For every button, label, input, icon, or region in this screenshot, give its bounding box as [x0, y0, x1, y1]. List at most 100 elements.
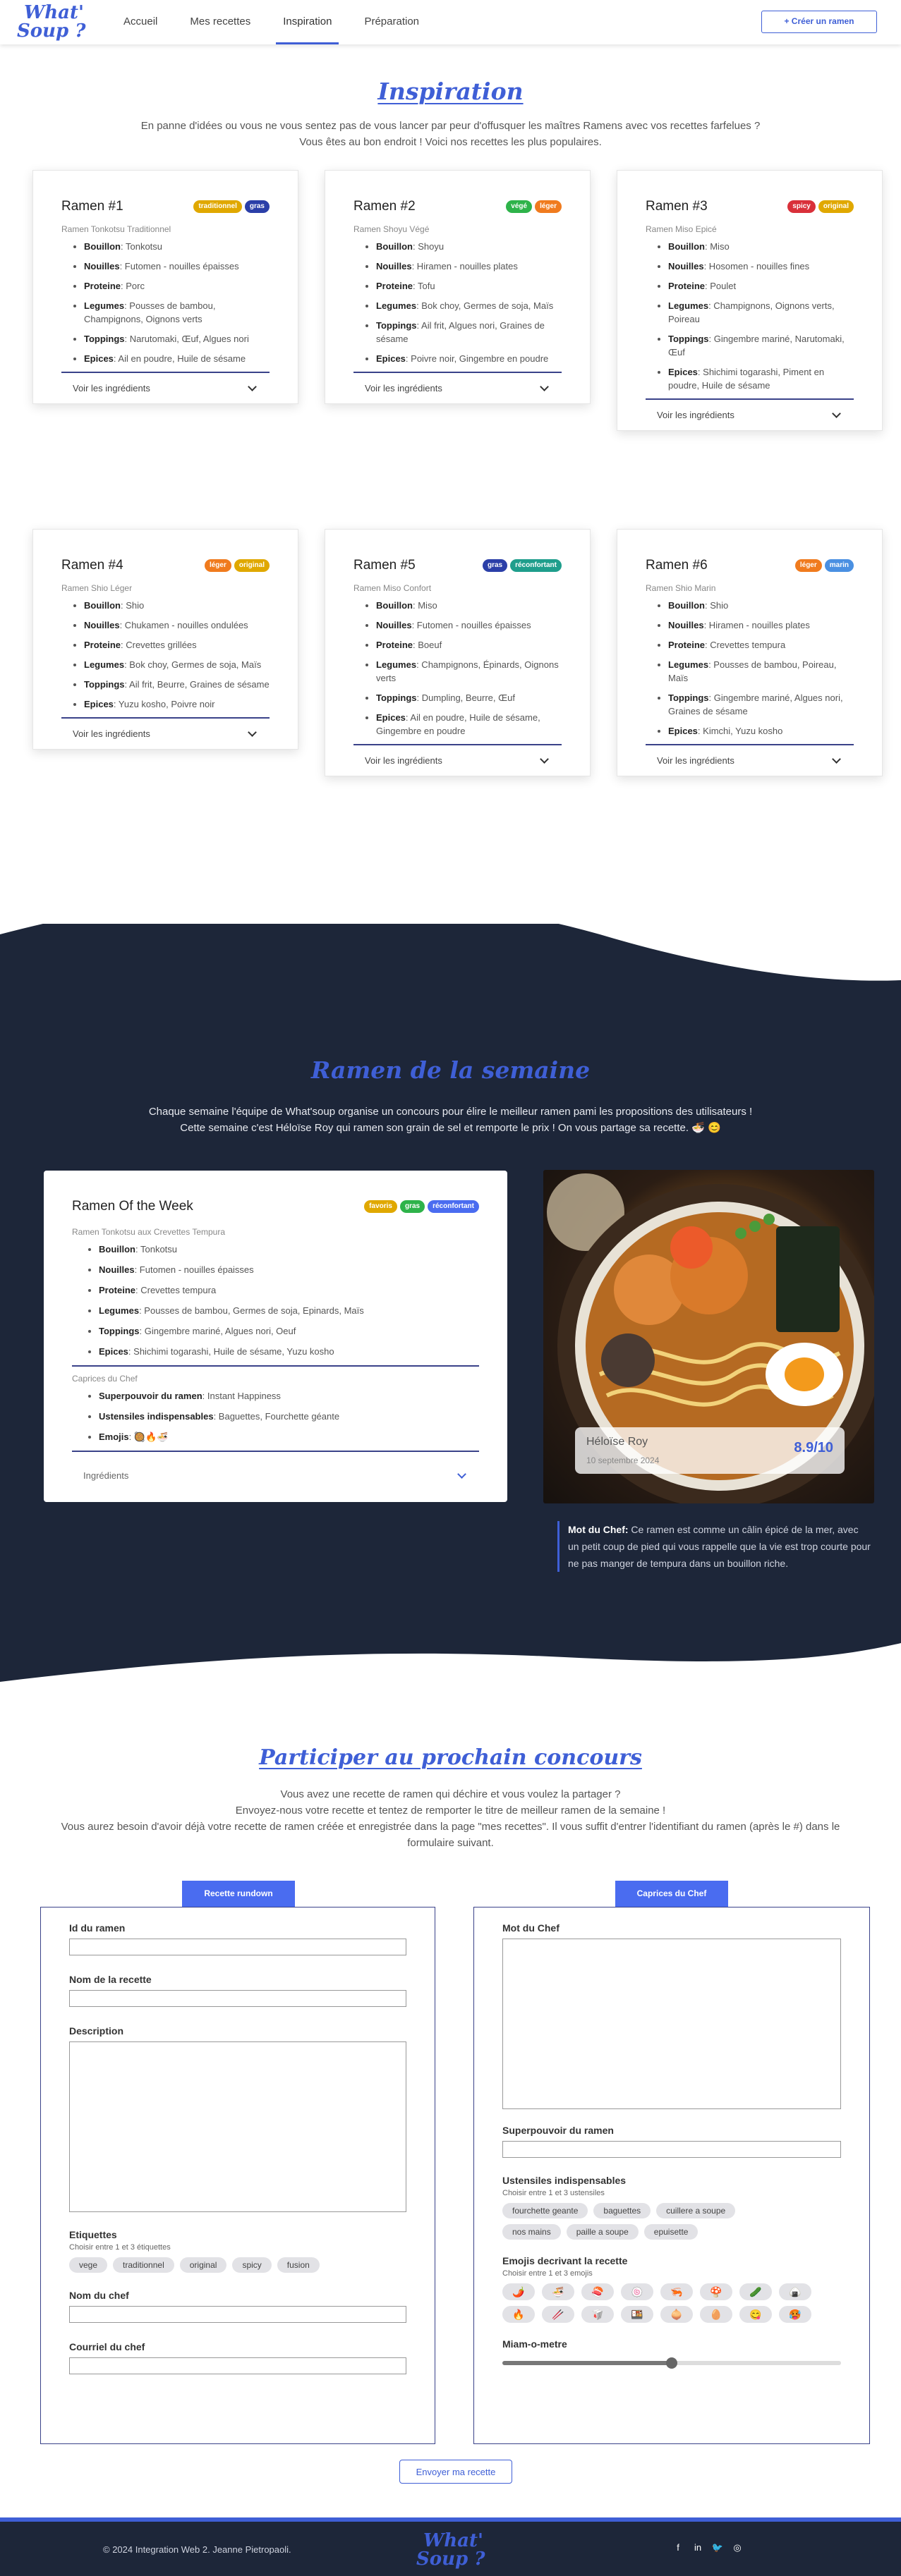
chef-mail-input[interactable]: [69, 2357, 406, 2374]
ingredient-key: Proteine: [376, 281, 413, 291]
utensil-chip[interactable]: fourchette geante: [502, 2203, 588, 2218]
chevron-down-icon: [248, 381, 257, 391]
utensil-chip[interactable]: epuisette: [643, 2224, 699, 2240]
ingredient-value: : Futomen - nouilles épaisses: [134, 1264, 254, 1275]
site-logo[interactable]: What' Soup ?: [17, 4, 86, 40]
power-input[interactable]: [502, 2141, 841, 2158]
emoji-chip[interactable]: 🥢: [542, 2306, 574, 2323]
utensil-chip[interactable]: paille a soupe: [566, 2224, 639, 2240]
emoji-chip[interactable]: 🍥: [621, 2283, 653, 2300]
utensils-hint: Choisir entre 1 et 3 ustensiles: [502, 2189, 605, 2197]
emojis-label: Emojis decrivant la recette: [502, 2255, 628, 2266]
emoji-chip[interactable]: 🌶️: [502, 2283, 535, 2300]
ingredient-key: Bouillon: [376, 600, 413, 611]
ramen-id-input[interactable]: [69, 1939, 406, 1955]
nav-link-preparation[interactable]: Préparation: [350, 0, 433, 44]
utensil-chip[interactable]: cuillere a soupe: [656, 2203, 736, 2218]
emoji-chip[interactable]: 🥡: [581, 2306, 614, 2323]
tag-badge: gras: [482, 559, 508, 572]
recipe-card-title: Ramen #5: [353, 558, 416, 573]
ingredient-key: Toppings: [668, 334, 709, 344]
ingredient-item: Legumes: Pousses de bambou, Poireau, Maï…: [668, 658, 854, 685]
inspiration-subtitle-line2: Vous êtes au bon endroit ! Voici nos rec…: [299, 136, 602, 148]
week-title: Ramen de la semaine: [310, 1056, 591, 1084]
tag-chip[interactable]: fusion: [277, 2257, 320, 2273]
tag-chip[interactable]: traditionnel: [113, 2257, 174, 2273]
ingredient-item: Nouilles: Chukamen - nouilles ondulées: [84, 618, 270, 632]
emoji-chip[interactable]: 🍜: [542, 2283, 574, 2300]
toggle-ingredients[interactable]: Voir les ingrédients: [646, 745, 854, 776]
ingredient-key: Legumes: [84, 659, 125, 670]
ingredients-toggle-label: Ingrédients: [83, 1470, 129, 1481]
tag-badge: gras: [399, 1200, 425, 1213]
ingredient-key: Proteine: [99, 1285, 136, 1295]
toggle-ingredients-label: Voir les ingrédients: [657, 755, 734, 766]
ingredient-value: : Shio: [121, 600, 145, 611]
mot-textarea[interactable]: [502, 1939, 841, 2109]
tag-chip[interactable]: original: [179, 2257, 227, 2273]
week-badges: favoris gras réconfortant: [364, 1200, 479, 1213]
tag-badge: traditionnel: [193, 200, 242, 213]
submit-recipe-button[interactable]: Envoyer ma recette: [399, 2460, 512, 2484]
toggle-ingredients[interactable]: Voir les ingrédients: [353, 745, 562, 776]
ingredient-key: Proteine: [376, 640, 413, 650]
nav-link-accueil[interactable]: Accueil: [109, 0, 171, 44]
toggle-ingredients[interactable]: Voir les ingrédients: [353, 373, 562, 403]
ingredient-item: Proteine: Crevettes tempura: [668, 638, 854, 652]
emoji-chip[interactable]: 🍙: [779, 2283, 811, 2300]
emoji-chip[interactable]: 🔥: [502, 2306, 535, 2323]
footer-logo[interactable]: What' Soup ?: [416, 2532, 485, 2568]
ingredients-toggle[interactable]: Ingrédients: [72, 1452, 479, 1502]
emoji-chip[interactable]: 🥚: [700, 2306, 732, 2323]
ingredient-item: Superpouvoir du ramen: Instant Happiness: [99, 1389, 479, 1403]
tags-hint: Choisir entre 1 et 3 étiquettes: [69, 2243, 171, 2252]
description-textarea[interactable]: [69, 2041, 406, 2212]
chevron-down-icon: [832, 408, 841, 418]
emoji-chip[interactable]: 🦐: [660, 2283, 693, 2300]
tab-recette-rundown[interactable]: Recette rundown: [182, 1881, 295, 1907]
toggle-ingredients[interactable]: Voir les ingrédients: [61, 719, 270, 749]
emoji-chip[interactable]: 🥵: [779, 2306, 811, 2323]
chef-name-label: Nom du chef: [69, 2290, 129, 2301]
emoji-chip[interactable]: 🍱: [621, 2306, 653, 2323]
ingredient-item: Epices: Kimchi, Yuzu kosho: [668, 724, 854, 738]
recipe-card-subtitle: Ramen Miso Confort: [353, 583, 432, 593]
ingredient-value: : Narutomaki, Œuf, Algues nori: [124, 334, 249, 344]
ingredient-item: Bouillon: Miso: [376, 599, 562, 612]
emoji-chip[interactable]: 🥒: [739, 2283, 772, 2300]
create-ramen-button[interactable]: + Créer un ramen: [761, 11, 877, 33]
ingredient-key: Toppings: [84, 334, 125, 344]
emoji-chip[interactable]: 😋: [739, 2306, 772, 2323]
week-card-subtitle: Ramen Tonkotsu aux Crevettes Tempura: [72, 1227, 226, 1237]
nav-link-mes-recettes[interactable]: Mes recettes: [176, 0, 265, 44]
ingredient-key: Nouilles: [84, 620, 120, 630]
facebook-icon[interactable]: f: [672, 2541, 684, 2554]
ingredient-key: Epices: [99, 1346, 128, 1357]
ingredient-key: Legumes: [99, 1305, 140, 1316]
nav-link-inspiration[interactable]: Inspiration: [269, 0, 346, 44]
emoji-chip[interactable]: 🍄: [700, 2283, 732, 2300]
tag-chip[interactable]: vege: [69, 2257, 108, 2273]
linkedin-icon[interactable]: in: [691, 2541, 704, 2554]
emoji-chip[interactable]: 🧅: [660, 2306, 693, 2323]
slider-thumb[interactable]: [666, 2357, 677, 2369]
utensil-chip[interactable]: nos mains: [502, 2224, 561, 2240]
twitter-icon[interactable]: 🐦: [711, 2541, 724, 2554]
recipe-card-subtitle: Ramen Miso Epicé: [646, 224, 717, 234]
emoji-chip[interactable]: 🍣: [581, 2283, 614, 2300]
toggle-ingredients[interactable]: Voir les ingrédients: [646, 400, 854, 430]
recipe-name-input[interactable]: [69, 1990, 406, 2007]
instagram-icon[interactable]: ◎: [731, 2541, 744, 2554]
tab-caprices-du-chef[interactable]: Caprices du Chef: [615, 1881, 728, 1907]
tag-chip[interactable]: spicy: [232, 2257, 272, 2273]
emojis-group: Emojis decrivant la recette Choisir entr…: [502, 2255, 841, 2323]
recipe-card-subtitle: Ramen Shoyu Végé: [353, 224, 430, 234]
toggle-ingredients[interactable]: Voir les ingrédients: [61, 373, 270, 403]
utensil-chip[interactable]: baguettes: [593, 2203, 651, 2218]
footer-logo-line2: Soup ?: [416, 2548, 485, 2570]
ingredient-value: : Porc: [121, 281, 145, 291]
chef-name-input[interactable]: [69, 2306, 406, 2323]
recipe-card-title: Ramen #1: [61, 199, 123, 214]
recipe-badges: gras réconfortant: [482, 559, 562, 572]
miam-slider[interactable]: [502, 2355, 841, 2369]
